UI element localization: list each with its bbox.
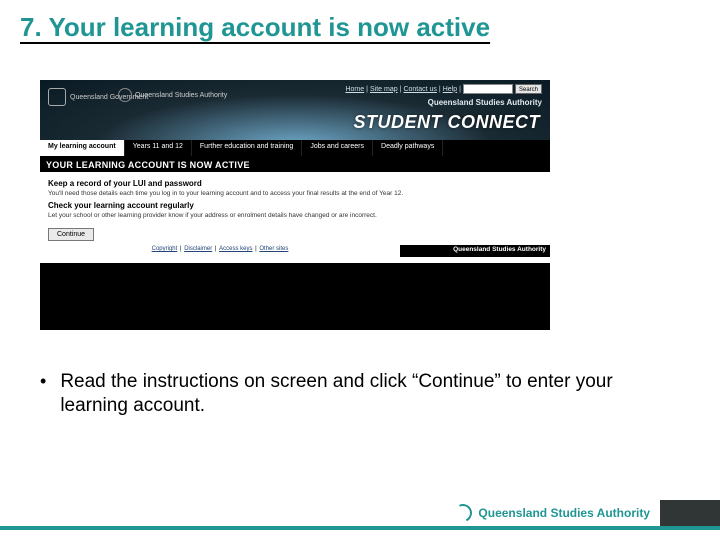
link-sitemap[interactable]: Site map (370, 86, 398, 93)
tab-further-education[interactable]: Further education and training (192, 140, 302, 156)
brand-dark-block (660, 500, 720, 526)
continue-button[interactable]: Continue (48, 228, 94, 241)
bullet-text: Read the instructions on screen and clic… (60, 370, 660, 418)
footer-link-accesskeys[interactable]: Access keys (219, 246, 252, 252)
header-brand-text: Queensland Studies Authority (428, 98, 542, 107)
footer-brand: Queensland Studies Authority (400, 245, 550, 257)
brand-name: Queensland Studies Authority (478, 506, 650, 520)
footer-link-disclaimer[interactable]: Disclaimer (184, 246, 212, 252)
slide-brand: Queensland Studies Authority (450, 500, 660, 526)
primary-nav: My learning account Years 11 and 12 Furt… (40, 140, 550, 156)
text-need-details: You'll need those details each time you … (48, 190, 542, 197)
accent-band (0, 526, 720, 530)
link-help[interactable]: Help (443, 86, 457, 93)
bullet-icon: • (40, 370, 46, 418)
crest-icon (48, 88, 66, 106)
bullet-list: • Read the instructions on screen and cl… (40, 370, 660, 418)
slide-brand-bar: Queensland Studies Authority (450, 500, 720, 526)
header-utility-links: Home| Site map| Contact us| Help| Search (345, 84, 542, 94)
heading-keep-record: Keep a record of your LUI and password (48, 179, 542, 188)
tab-years-11-12[interactable]: Years 11 and 12 (125, 140, 192, 156)
slide-title: 7. Your learning account is now active (20, 12, 490, 43)
footer-links: Copyright | Disclaimer | Access keys | O… (40, 245, 400, 257)
brand-mark-icon (452, 501, 475, 524)
screenshot-content: YOUR LEARNING ACCOUNT IS NOW ACTIVE Keep… (40, 158, 550, 263)
link-contact[interactable]: Contact us (403, 86, 436, 93)
screenshot-header: Queensland Government Queensland Studies… (40, 80, 550, 140)
qsa-logo: Queensland Studies Authority (118, 88, 227, 102)
text-let-school-know: Let your school or other learning provid… (48, 212, 542, 219)
footer-link-othersites[interactable]: Other sites (259, 246, 288, 252)
screenshot-footer: Copyright | Disclaimer | Access keys | O… (40, 245, 550, 257)
search-input[interactable] (463, 84, 513, 94)
qsa-logo-text: Queensland Studies Authority (135, 92, 227, 99)
search-button[interactable]: Search (515, 84, 542, 94)
tab-deadly-pathways[interactable]: Deadly pathways (373, 140, 443, 156)
tab-my-learning-account[interactable]: My learning account (40, 140, 125, 156)
footer-link-copyright[interactable]: Copyright (152, 246, 178, 252)
tab-jobs-careers[interactable]: Jobs and careers (302, 140, 373, 156)
qsa-mark-icon (118, 88, 132, 102)
status-banner: YOUR LEARNING ACCOUNT IS NOW ACTIVE (40, 158, 550, 172)
link-home[interactable]: Home (345, 86, 364, 93)
hero-title: STUDENT CONNECT (354, 112, 541, 133)
screenshot: Queensland Government Queensland Studies… (40, 80, 550, 330)
heading-check-regularly: Check your learning account regularly (48, 201, 542, 210)
